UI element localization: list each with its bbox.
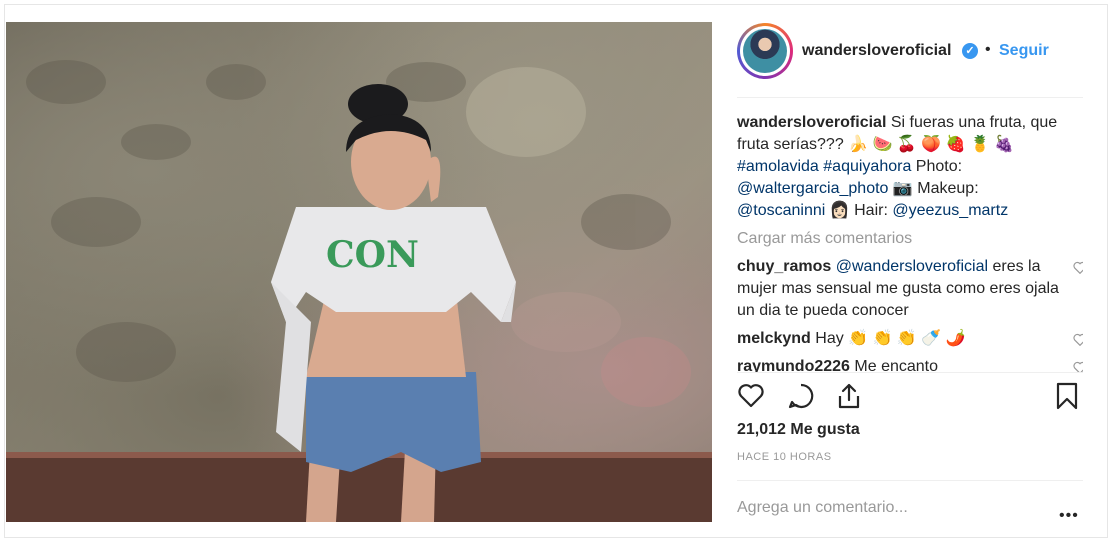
actions-divider	[737, 372, 1083, 373]
comment-username[interactable]: raymundo2226	[737, 358, 850, 373]
comment-item: raymundo2226 Me encanto	[737, 356, 1083, 373]
svg-text:CON: CON	[326, 234, 419, 276]
caption-makeup-label: Makeup:	[917, 180, 979, 197]
comment-username[interactable]: chuy_ramos	[737, 258, 831, 275]
bookmark-icon[interactable]	[1053, 382, 1081, 410]
verified-icon: ✓	[962, 43, 978, 59]
comments-list: wandersloveroficial Si fueras una fruta,…	[737, 101, 1083, 373]
caption-hair-credit[interactable]: @yeezus_martz	[892, 202, 1008, 219]
more-icon[interactable]: •••	[1059, 507, 1079, 525]
add-comment-divider	[737, 480, 1083, 481]
post-sidebar: wandersloveroficial ✓ • Seguir wanderslo…	[713, 5, 1107, 537]
caption: wandersloveroficial Si fueras una fruta,…	[737, 112, 1061, 222]
caption-makeup-credit[interactable]: @toscaninni	[737, 202, 825, 219]
add-comment-input[interactable]: Agrega un comentario...	[737, 499, 908, 517]
comment-item: melckynd Hay 👏 👏 👏 🍼 🌶️	[737, 328, 1083, 350]
caption-hair-label: Hair:	[854, 202, 888, 219]
like-comment-heart-icon[interactable]	[1073, 261, 1083, 274]
follow-button[interactable]: Seguir	[999, 42, 1049, 60]
post-photo[interactable]: CON	[6, 22, 712, 522]
caption-photo-label: Photo:	[915, 158, 963, 175]
comment-text: Hay 👏 👏 👏 🍼 🌶️	[815, 330, 966, 347]
post-image-figure: CON	[6, 60, 712, 522]
comment-mention[interactable]: @wandersloveroficial	[836, 258, 988, 275]
comment-username[interactable]: melckynd	[737, 330, 811, 347]
likes-count[interactable]: 21,012 Me gusta	[737, 421, 860, 439]
like-comment-heart-icon[interactable]	[1073, 333, 1083, 346]
comment-text: Me encanto	[854, 358, 938, 373]
separator-dot: •	[985, 41, 991, 58]
camera-emoji: 📷	[892, 180, 913, 197]
caption-hashtags[interactable]: #amolavida #aquiyahora	[737, 158, 911, 175]
post-header: wandersloveroficial ✓ • Seguir	[737, 19, 1083, 98]
caption-username[interactable]: wandersloveroficial	[737, 114, 886, 131]
avatar[interactable]	[737, 23, 793, 79]
load-more-comments[interactable]: Cargar más comentarios	[737, 228, 1083, 250]
share-icon[interactable]	[835, 382, 863, 410]
post-time[interactable]: HACE 10 HORAS	[737, 451, 832, 463]
header-username[interactable]: wandersloveroficial	[802, 42, 951, 60]
comment-item: chuy_ramos @wandersloveroficial eres la …	[737, 256, 1083, 322]
person-emoji: 👩🏻	[829, 202, 850, 219]
caption-photo-credit[interactable]: @waltergarcia_photo	[737, 180, 888, 197]
comment-icon[interactable]	[787, 382, 815, 410]
heart-icon[interactable]	[737, 382, 765, 410]
